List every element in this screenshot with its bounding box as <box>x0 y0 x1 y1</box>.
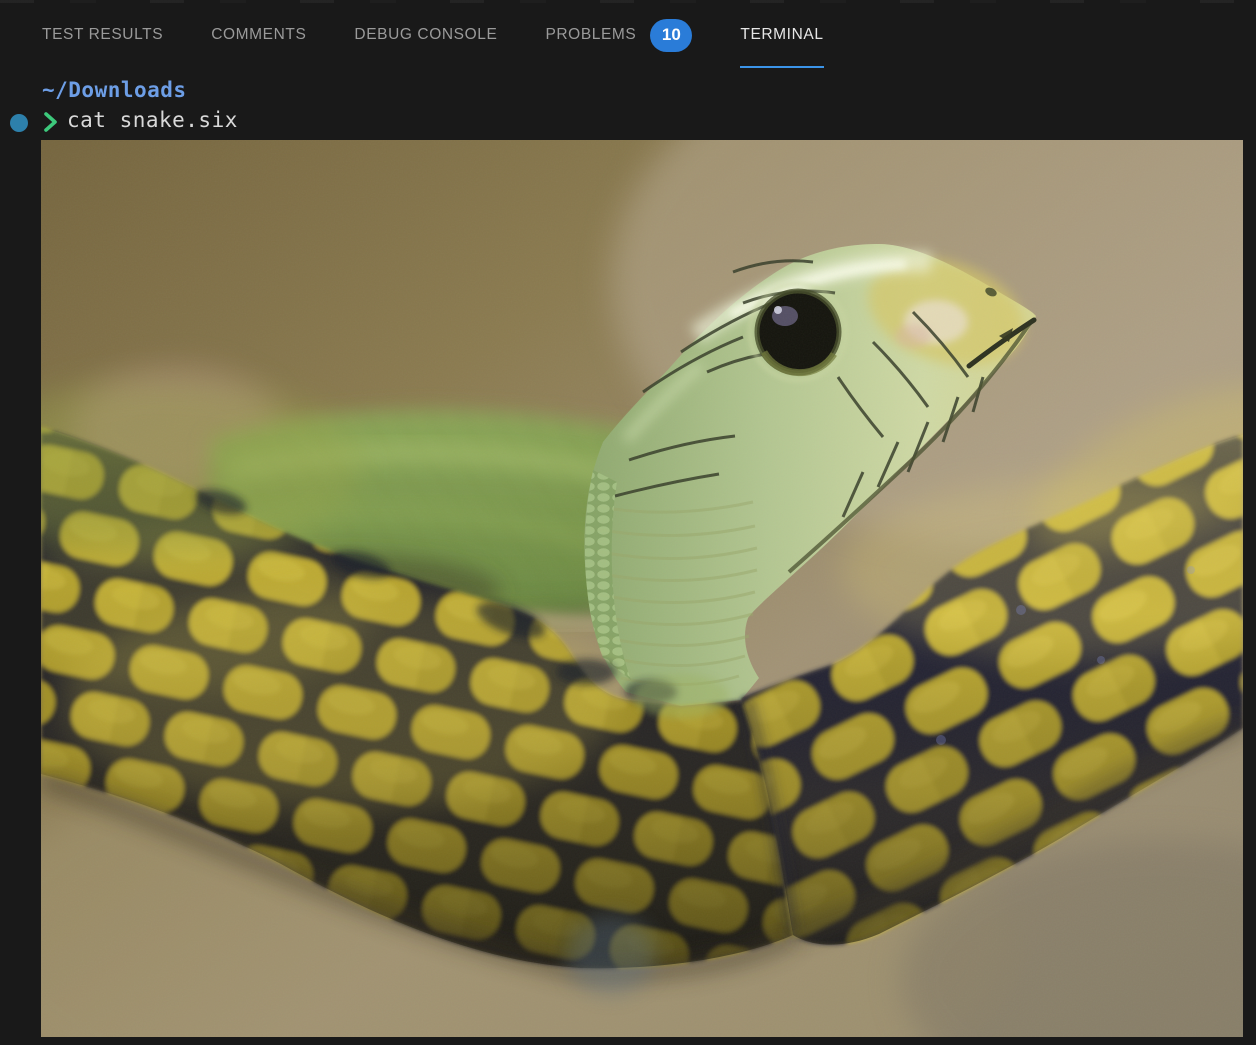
tab-label: COMMENTS <box>211 26 306 44</box>
terminal-body[interactable]: ~/Downloads cat snake.six Inline sixel p… <box>0 68 1256 1045</box>
terminal-cwd: ~/Downloads <box>42 78 187 102</box>
tab-label: PROBLEMS <box>545 26 636 44</box>
tab-label: TEST RESULTS <box>42 26 163 44</box>
prompt-chevron-icon <box>41 110 61 139</box>
tab-comments[interactable]: COMMENTS <box>211 2 306 68</box>
tab-problems[interactable]: PROBLEMS 10 <box>545 2 692 68</box>
tab-terminal[interactable]: TERMINAL <box>740 2 823 68</box>
terminal-command: cat snake.six <box>67 108 238 132</box>
tab-label: DEBUG CONSOLE <box>354 26 497 44</box>
tab-test-results[interactable]: TEST RESULTS <box>42 2 163 68</box>
tab-debug-console[interactable]: DEBUG CONSOLE <box>354 2 497 68</box>
panel-tab-bar: TEST RESULTS COMMENTS DEBUG CONSOLE PROB… <box>0 2 1256 68</box>
command-decoration-dot-icon <box>10 114 28 132</box>
problems-count-badge: 10 <box>650 19 692 52</box>
tab-label: TERMINAL <box>740 26 823 44</box>
terminal-sixel-image-snake: Inline sixel photo: pale-green snake hea… <box>41 140 1243 1037</box>
